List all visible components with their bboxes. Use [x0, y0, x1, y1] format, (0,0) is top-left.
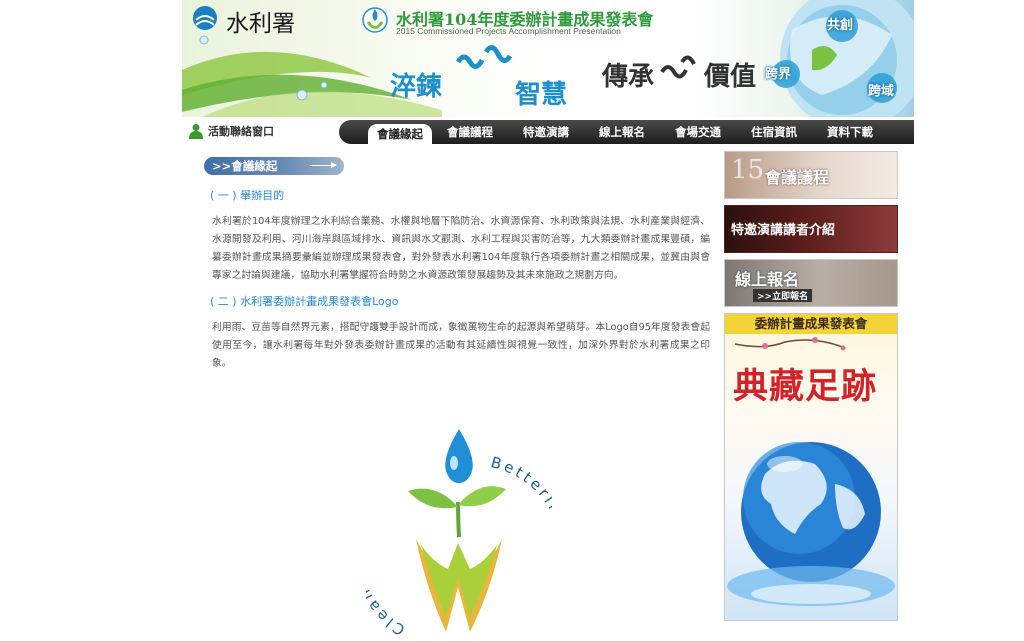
- speakers-banner-button[interactable]: 特邀演講講者介紹: [724, 205, 898, 253]
- archive-poster[interactable]: 委辦計畫成果發表會 典藏足跡: [724, 313, 898, 621]
- register-now-label: >>立即報名: [753, 289, 813, 302]
- logo-ring-text: Cleanwater Betterlife: [366, 453, 552, 637]
- heading-logo: ( 二 ) 水利署委辦計畫成果發表會Logo: [210, 295, 399, 308]
- nav-item-register[interactable]: 線上報名: [584, 122, 660, 142]
- bubble-label: 跨界: [765, 67, 792, 82]
- person-icon: [189, 124, 203, 139]
- org-logo[interactable]: 水利署: [226, 4, 295, 38]
- nav-item-speakers[interactable]: 特邀演講: [508, 122, 584, 142]
- globe-icon: [727, 337, 895, 606]
- svg-text:Cleanwater: Cleanwater: [366, 526, 408, 637]
- main-nav: 會議緣起 會議議程 特邀演講 線上報名 會場交通 住宿資訊 資料下載: [339, 120, 914, 144]
- conference-logo: Cleanwater Betterlife: [366, 427, 552, 637]
- bubble-label: 共創: [827, 18, 854, 33]
- register-banner-label: 線上報名: [735, 270, 800, 289]
- arrow-right-icon: [310, 162, 337, 168]
- nav-item-origin[interactable]: 會議緣起: [368, 124, 432, 144]
- agenda-banner-button[interactable]: 15 會議議程: [724, 151, 898, 199]
- nav-item-agenda[interactable]: 會議議程: [432, 122, 508, 142]
- slogan-text: 傳承: [602, 62, 655, 92]
- slogan-text: 價值: [704, 62, 757, 92]
- agenda-banner-label: 會議議程: [765, 168, 830, 187]
- conference-subtitle: 2015 Commissioned Projects Accomplishmen…: [396, 26, 621, 36]
- register-banner-button[interactable]: 線上報名 >>立即報名: [724, 259, 898, 307]
- nav-item-venue[interactable]: 會場交通: [660, 122, 736, 142]
- contact-link[interactable]: 活動聯絡窗口: [188, 123, 274, 139]
- nav-item-download[interactable]: 資料下載: [812, 122, 888, 142]
- header-banner: 水利署 水利署104年度委辦計畫成果發表會 2015 Commissioned …: [182, 0, 914, 117]
- contact-label: 活動聯絡窗口: [208, 125, 274, 138]
- section-label-text: >>會議緣起: [212, 159, 278, 173]
- logo-ring-left: Cleanwater: [366, 526, 405, 637]
- slogan-text: 智慧: [515, 80, 568, 110]
- section-label: >>會議緣起: [204, 157, 344, 175]
- main-content: >>會議緣起 ( 一 ) 舉辦目的 水利署於104年度辦理之水利綜合業務、水權與…: [204, 157, 714, 373]
- number-15-graphic: 15: [731, 155, 765, 185]
- nav-item-lodging[interactable]: 住宿資訊: [736, 122, 812, 142]
- paragraph-purpose: 水利署於104年度辦理之水利綜合業務、水權與地層下陷防治、水資源保育、水利政策與…: [212, 216, 710, 281]
- slogan-text: 淬鍊: [390, 72, 443, 102]
- svg-text:Betterlife: Betterlife: [489, 453, 552, 533]
- nav-row: 活動聯絡窗口 會議緣起 會議議程 特邀演講 線上報名 會場交通 住宿資訊 資料下…: [182, 118, 914, 146]
- paragraph-logo: 利用雨、豆苗等自然界元素，搭配守護雙手設計而成，象徵萬物生命的起源與希望萌芽。本…: [212, 322, 710, 369]
- speakers-banner-label: 特邀演講講者介紹: [731, 223, 836, 238]
- page: 水利署 水利署104年度委辦計畫成果發表會 2015 Commissioned …: [182, 0, 914, 637]
- heading-purpose: ( 一 ) 舉辦目的: [210, 189, 285, 202]
- bubble-label: 跨域: [868, 84, 895, 99]
- sidebar: 15 會議議程 特邀演講講者介紹 線上報名 >>立即報名 委辦計畫成果發表會 典…: [724, 151, 898, 621]
- logo-ring-right: Betterlife: [489, 453, 552, 533]
